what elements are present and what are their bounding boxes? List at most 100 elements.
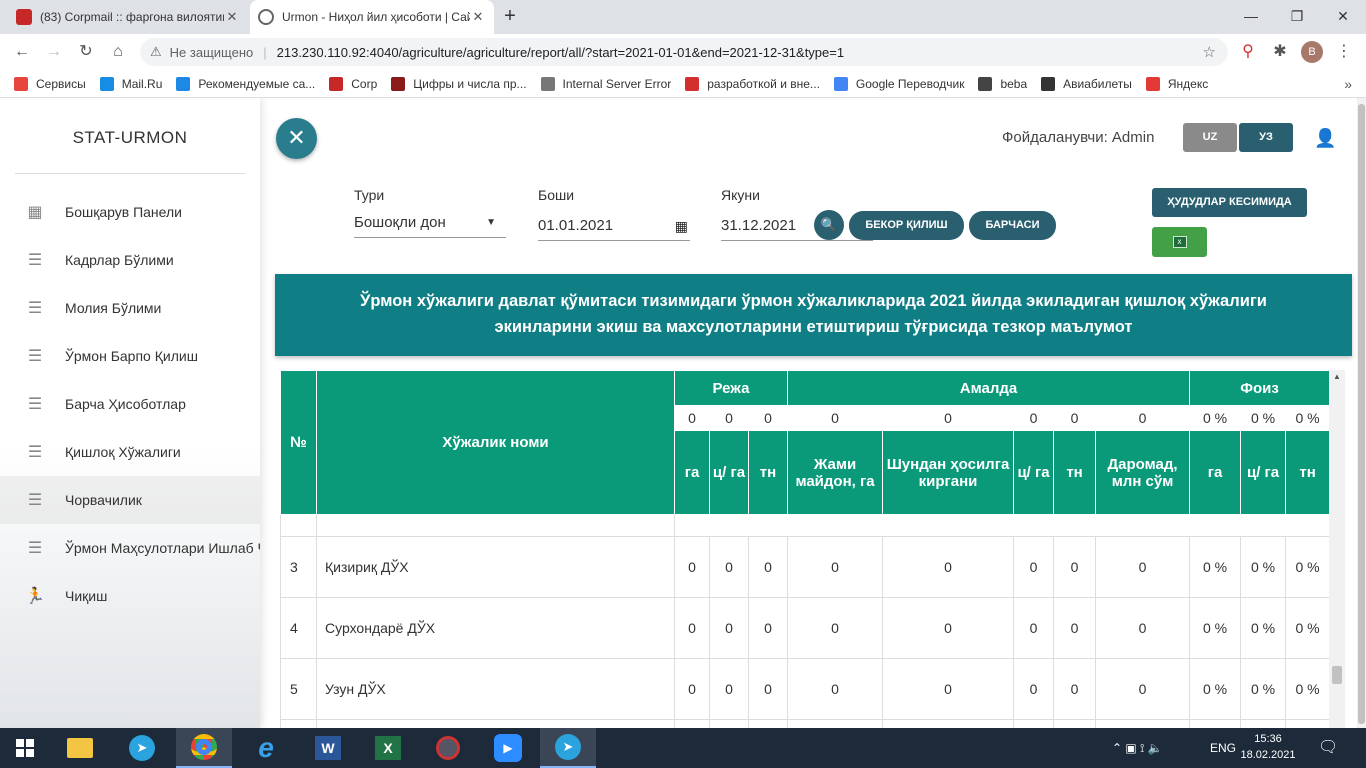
sidebar-item[interactable]: ☰ Қишлоқ Хўжалиги — [0, 428, 260, 476]
page-scrollbar[interactable] — [1357, 98, 1366, 728]
row-value: 0 — [882, 597, 1015, 659]
windows-start-icon[interactable] — [0, 728, 50, 768]
notifications-icon[interactable]: 🗨 — [1318, 728, 1338, 768]
bookmark-label: Corp — [351, 76, 378, 91]
bookmark-item[interactable]: Internal Server Error — [540, 76, 671, 91]
table-scrollbar[interactable]: ▲ — [1329, 370, 1345, 728]
all-button[interactable]: БАРЧАСИ — [969, 211, 1056, 240]
browser-tab-bar: (83) Corpmail :: фаргона вилоятига ✕ Urm… — [0, 0, 1366, 34]
list-icon: ☰ — [27, 492, 43, 509]
new-tab-button[interactable]: + — [498, 4, 522, 28]
type-select[interactable]: Бошоқли дон ▼ — [354, 208, 506, 238]
back-icon[interactable]: ← — [10, 40, 34, 64]
profile-avatar[interactable]: B — [1301, 41, 1323, 63]
start-date-input[interactable]: 01.01.2021 ▦ — [538, 211, 690, 241]
bookmark-item[interactable]: Mail.Ru — [99, 76, 162, 91]
bookmark-item[interactable]: Рекомендуемые са... — [176, 76, 315, 91]
row-value: 0 — [1013, 597, 1055, 659]
url-text[interactable]: 213.230.110.92:4040/agriculture/agricult… — [277, 45, 844, 60]
chrome-icon[interactable] — [176, 728, 232, 768]
bookmark-label: beba — [1000, 76, 1028, 91]
scroll-thumb[interactable] — [1332, 666, 1342, 684]
lang-cyrillic-button[interactable]: УЗ — [1239, 123, 1293, 152]
bookmark-item[interactable]: Сервисы — [14, 76, 86, 91]
row-value: 0 — [1013, 719, 1055, 728]
browser-tab-corpmail[interactable]: (83) Corpmail :: фаргона вилоятига ✕ — [8, 0, 248, 34]
extensions-icon[interactable]: ✱ — [1268, 40, 1292, 64]
bookmark-item[interactable]: Яндекс — [1145, 76, 1208, 91]
key-icon[interactable]: ⚲ — [1236, 40, 1260, 64]
internet-explorer-icon[interactable]: e — [238, 728, 294, 768]
sidebar-item[interactable]: ▦ Бошқарув Панели — [0, 188, 260, 236]
file-explorer-icon[interactable] — [52, 728, 108, 768]
bookmark-item[interactable]: Цифры и числа пр... — [391, 76, 527, 91]
search-button[interactable]: 🔍 — [814, 210, 844, 240]
word-icon[interactable]: W — [300, 728, 356, 768]
totals-cell: 0 — [747, 405, 789, 431]
report-title-line2: экинларини экиш ва махсулотларини етишти… — [494, 318, 1133, 336]
totals-cell: 0 % — [1240, 405, 1287, 431]
bookmarks-more-icon[interactable]: » — [1344, 76, 1352, 92]
bookmark-item[interactable]: Google Переводчик — [833, 76, 964, 91]
sidebar-item[interactable]: ☰ Ўрмон Маҳсулотлари Ишлаб Ч — [0, 524, 260, 572]
zoom-icon[interactable]: ▶ — [480, 728, 536, 768]
user-icon[interactable]: 👤 — [1314, 128, 1336, 149]
telegram-active-icon[interactable]: ➤ — [540, 728, 596, 768]
address-bar[interactable]: ⚠ Не защищено | 213.230.110.92:4040/agri… — [140, 38, 1228, 66]
sidebar-item[interactable]: ☰ Ўрмон Барпо Қилиш — [0, 332, 260, 380]
row-value: 0 — [787, 597, 884, 659]
brand-title: STAT-URMON — [15, 98, 245, 174]
bookmark-item[interactable]: beba — [978, 76, 1028, 91]
report-title-line1: Ўрмон хўжалиги давлат қўмитаси тизимидаг… — [360, 292, 1267, 310]
sidebar-item[interactable]: ☰ Молия Бўлими — [0, 284, 260, 332]
bookmark-item[interactable]: Авиабилеты — [1041, 76, 1132, 91]
sidebar-item[interactable]: 🏃 Чиқиш — [0, 572, 260, 620]
close-tab-icon[interactable]: ✕ — [224, 9, 240, 25]
app-icon[interactable] — [420, 728, 476, 768]
language-indicator[interactable]: ENG — [1210, 728, 1236, 768]
group-plan-header: Режа — [673, 370, 789, 406]
bookmark-item[interactable]: Corp — [329, 76, 378, 91]
excel-export-button[interactable]: x — [1152, 227, 1207, 257]
close-tab-icon[interactable]: ✕ — [470, 9, 486, 25]
forward-icon[interactable]: → — [42, 40, 66, 64]
totals-cell: 0 — [787, 405, 884, 431]
bookmark-star-icon[interactable]: ☆ — [1203, 43, 1216, 61]
lang-uz-button[interactable]: UZ — [1183, 123, 1237, 152]
browser-tab-urmon[interactable]: Urmon - Ниҳол йил ҳисоботи | Сайт ✕ — [250, 0, 494, 34]
calendar-icon[interactable]: ▦ — [675, 211, 688, 241]
row-value: 0 — [674, 658, 710, 720]
list-icon: ☰ — [27, 348, 43, 365]
close-sidebar-button[interactable]: ✕ — [276, 118, 317, 159]
taskbar-clock[interactable]: 15:36 18.02.2021 — [1238, 731, 1298, 763]
maximize-button[interactable]: ❐ — [1274, 0, 1320, 34]
regions-button[interactable]: ҲУДУДЛАР КЕСИМИДА — [1152, 188, 1307, 217]
row-value: 0 — [709, 597, 749, 659]
excel-app-icon[interactable]: X — [360, 728, 416, 768]
subheader-cell: Даромад, млн сўм — [1095, 430, 1191, 515]
cancel-button[interactable]: БЕКОР ҚИЛИШ — [849, 211, 964, 240]
sidebar-item[interactable]: ☰ Чорвачилик — [0, 476, 260, 524]
row-value: 0 — [1053, 658, 1097, 720]
reload-icon[interactable]: ↻ — [74, 40, 98, 64]
browser-toolbar: ← → ↻ ⌂ ⚠ Не защищено | 213.230.110.92:4… — [0, 34, 1366, 70]
scroll-up-arrow[interactable]: ▲ — [1329, 372, 1345, 382]
group-actual-header: Амалда — [787, 370, 1191, 406]
bookmark-item[interactable]: разработкой и вне... — [685, 76, 820, 91]
home-icon[interactable]: ⌂ — [106, 40, 130, 64]
row-value: 0 — [787, 719, 884, 728]
report-title-banner: Ўрмон хўжалиги давлат қўмитаси тизимидаг… — [275, 274, 1352, 356]
minimize-button[interactable]: — — [1228, 0, 1274, 34]
tray-icons[interactable]: ⌃ ▣ ⟟ 🔈 — [1112, 728, 1163, 768]
menu-icon[interactable]: ⋮ — [1332, 40, 1356, 64]
sidebar-item[interactable]: ☰ Барча Ҳисоботлар — [0, 380, 260, 428]
page-scroll-thumb[interactable] — [1358, 104, 1365, 724]
close-window-button[interactable]: ✕ — [1320, 0, 1366, 34]
subheader-cell: Жами майдон, га — [787, 430, 884, 515]
subheader-cell: Шундан ҳосилга киргани — [882, 430, 1015, 515]
sidebar-item[interactable]: ☰ Кадрлар Бўлими — [0, 236, 260, 284]
row-value: 0 — [674, 719, 710, 728]
list-icon: ☰ — [27, 396, 43, 413]
telegram-icon[interactable]: ➤ — [114, 728, 170, 768]
row-number: 3 — [280, 536, 317, 598]
